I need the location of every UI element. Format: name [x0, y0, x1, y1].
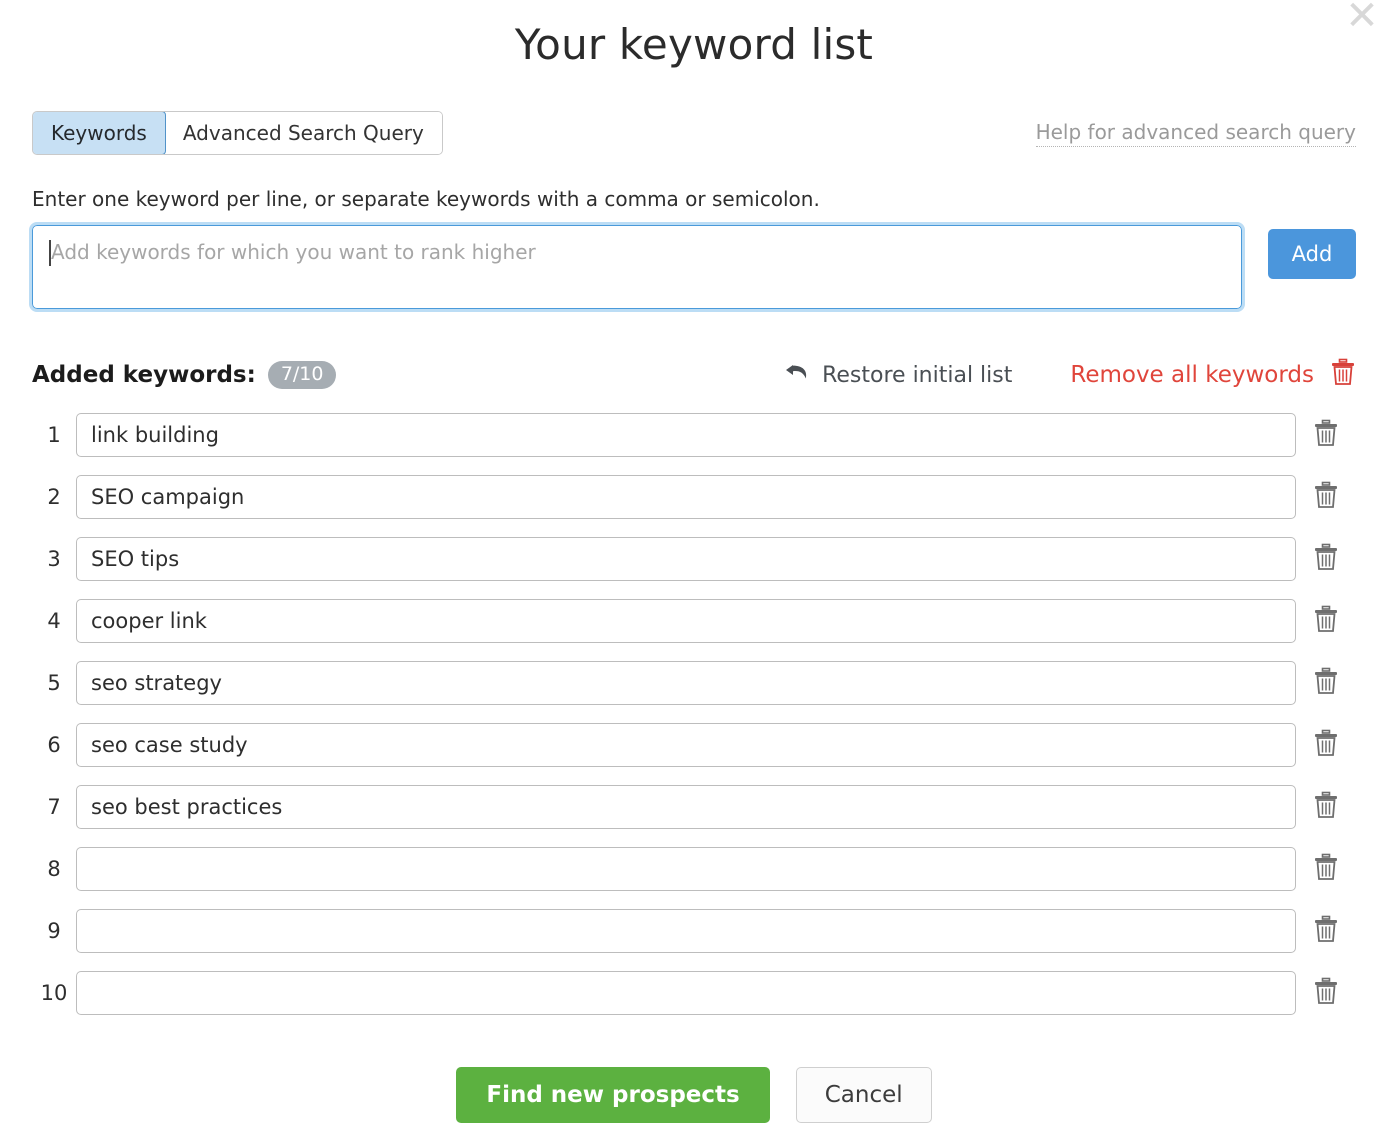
keyword-row-input[interactable] — [76, 475, 1296, 519]
keyword-row: 9 — [32, 905, 1356, 957]
trash-icon — [1313, 853, 1339, 885]
keyword-row-number: 1 — [32, 423, 76, 447]
add-button[interactable]: Add — [1268, 229, 1356, 279]
keyword-row-number: 9 — [32, 919, 76, 943]
delete-keyword-button[interactable] — [1296, 853, 1356, 885]
added-keywords-bar: Added keywords: 7/10 Restore initial lis… — [32, 357, 1356, 393]
keyword-row: 4 — [32, 595, 1356, 647]
trash-icon — [1313, 667, 1339, 699]
keyword-row: 10 — [32, 967, 1356, 1019]
tab-advanced-search-query[interactable]: Advanced Search Query — [165, 112, 442, 154]
help-advanced-search-query-link[interactable]: Help for advanced search query — [1036, 120, 1356, 147]
undo-icon — [784, 361, 822, 389]
keyword-list-dialog: ✕ Your keyword list Keywords Advanced Se… — [0, 0, 1388, 1146]
keyword-row: 3 — [32, 533, 1356, 585]
trash-icon — [1330, 358, 1356, 392]
keyword-row-input[interactable] — [76, 413, 1296, 457]
delete-keyword-button[interactable] — [1296, 543, 1356, 575]
delete-keyword-button[interactable] — [1296, 791, 1356, 823]
keyword-count-badge: 7/10 — [268, 361, 337, 389]
keyword-row-input[interactable] — [76, 661, 1296, 705]
keyword-row: 8 — [32, 843, 1356, 895]
keyword-row-input[interactable] — [76, 971, 1296, 1015]
cancel-button[interactable]: Cancel — [796, 1067, 932, 1123]
keyword-row-input[interactable] — [76, 599, 1296, 643]
dialog-content: Keywords Advanced Search Query Help for … — [0, 111, 1388, 1123]
keyword-rows: 1 2 3 4 5 6 7 8 9 10 — [32, 409, 1356, 1019]
trash-icon — [1313, 605, 1339, 637]
trash-icon — [1313, 419, 1339, 451]
trash-icon — [1313, 915, 1339, 947]
keyword-row-input[interactable] — [76, 785, 1296, 829]
keyword-row-number: 2 — [32, 485, 76, 509]
keyword-textarea-wrap — [32, 225, 1242, 313]
keyword-row-input[interactable] — [76, 909, 1296, 953]
close-icon[interactable]: ✕ — [1340, 0, 1384, 38]
keyword-entry-hint: Enter one keyword per line, or separate … — [32, 187, 1356, 211]
keyword-row: 5 — [32, 657, 1356, 709]
keyword-row: 6 — [32, 719, 1356, 771]
remove-all-keywords-button[interactable]: Remove all keywords — [1070, 358, 1356, 392]
keyword-row: 2 — [32, 471, 1356, 523]
tab-group: Keywords Advanced Search Query — [32, 111, 443, 155]
keyword-row-number: 7 — [32, 795, 76, 819]
trash-icon — [1313, 791, 1339, 823]
dialog-footer: Find new prospects Cancel — [32, 1067, 1356, 1123]
keyword-row: 1 — [32, 409, 1356, 461]
keyword-row: 7 — [32, 781, 1356, 833]
tabs-row: Keywords Advanced Search Query Help for … — [32, 111, 1356, 155]
restore-initial-list-label: Restore initial list — [822, 363, 1012, 388]
tab-keywords[interactable]: Keywords — [32, 111, 166, 155]
keyword-row-number: 4 — [32, 609, 76, 633]
trash-icon — [1313, 543, 1339, 575]
delete-keyword-button[interactable] — [1296, 667, 1356, 699]
keyword-row-number: 5 — [32, 671, 76, 695]
keyword-row-input[interactable] — [76, 537, 1296, 581]
keyword-row-number: 3 — [32, 547, 76, 571]
keyword-row-input[interactable] — [76, 847, 1296, 891]
delete-keyword-button[interactable] — [1296, 729, 1356, 761]
keyword-row-number: 8 — [32, 857, 76, 881]
restore-initial-list-button[interactable]: Restore initial list — [784, 361, 1012, 389]
page-title: Your keyword list — [0, 0, 1388, 69]
delete-keyword-button[interactable] — [1296, 977, 1356, 1009]
delete-keyword-button[interactable] — [1296, 419, 1356, 451]
trash-icon — [1313, 481, 1339, 513]
keyword-row-input[interactable] — [76, 723, 1296, 767]
remove-all-keywords-label: Remove all keywords — [1070, 362, 1314, 388]
trash-icon — [1313, 977, 1339, 1009]
text-caret — [49, 240, 51, 266]
added-keywords-label: Added keywords: — [32, 362, 256, 388]
delete-keyword-button[interactable] — [1296, 481, 1356, 513]
add-keywords-row: Add — [32, 225, 1356, 313]
keyword-row-number: 6 — [32, 733, 76, 757]
delete-keyword-button[interactable] — [1296, 915, 1356, 947]
delete-keyword-button[interactable] — [1296, 605, 1356, 637]
keyword-row-number: 10 — [32, 981, 76, 1005]
find-new-prospects-button[interactable]: Find new prospects — [456, 1067, 769, 1123]
trash-icon — [1313, 729, 1339, 761]
keyword-input[interactable] — [32, 225, 1242, 309]
